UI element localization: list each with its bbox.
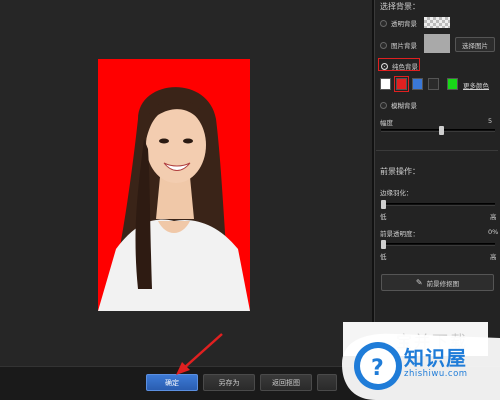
portrait-image (98, 59, 250, 311)
fg-cutout-label: 前景修抠图 (426, 279, 460, 288)
svg-text:?: ? (371, 356, 384, 381)
radio-icon[interactable] (380, 101, 387, 109)
more-colors-link[interactable]: 更多颜色 (463, 80, 489, 90)
transparent-thumbnail (424, 17, 450, 28)
amplitude-value: 5 (488, 117, 493, 125)
solid-bg-label: 纯色背景 (392, 63, 418, 71)
opacity-high-label: 高 (490, 253, 497, 261)
fg-cutout-button[interactable]: ✎ 前景修抠图 (381, 274, 494, 291)
fg-opacity-slider[interactable] (381, 243, 495, 246)
image-thumbnail (424, 34, 450, 53)
swatch-blue[interactable] (412, 78, 423, 90)
transparent-bg-label: 透明背景 (391, 20, 417, 28)
amplitude-slider-handle[interactable] (438, 126, 444, 135)
fg-opacity-slider-handle[interactable] (381, 240, 386, 249)
portrait-photo (98, 59, 250, 311)
radio-icon[interactable] (380, 19, 387, 27)
choose-bg-title: 选择背景： (380, 2, 420, 11)
opacity-low-label: 低 (380, 253, 387, 261)
swatch-dark[interactable] (428, 78, 439, 90)
edge-feather-slider[interactable] (381, 203, 495, 206)
watermark-url: zhishiwu.com (404, 369, 468, 379)
edge-feather-slider-handle[interactable] (381, 200, 386, 209)
radio-blur-bg[interactable]: 模糊背景 (380, 100, 417, 110)
edge-feather-label: 边缘羽化： (380, 189, 413, 197)
back-to-cutout-button[interactable]: 返回抠图 (260, 374, 312, 391)
watermark-brand: 知识屋 (404, 346, 467, 370)
swatch-white[interactable] (380, 78, 391, 90)
select-image-button[interactable]: 选择图片 (455, 37, 495, 52)
edge-low-label: 低 (380, 213, 387, 221)
edge-high-label: 高 (490, 213, 497, 221)
pencil-icon: ✎ (415, 278, 423, 287)
settings-panel (374, 0, 500, 366)
extra-button[interactable] (317, 374, 337, 391)
radio-transparent-bg[interactable]: 透明背景 (380, 18, 417, 28)
blur-bg-label: 模糊背景 (391, 102, 417, 110)
radio-icon-selected[interactable] (381, 62, 388, 70)
amplitude-label: 幅度 (380, 119, 393, 127)
swatch-green[interactable] (447, 78, 458, 90)
image-bg-label: 图片背景 (391, 42, 417, 50)
radio-image-bg[interactable]: 图片背景 (380, 40, 417, 50)
swatch-red[interactable] (394, 76, 409, 92)
annotation-arrow (176, 333, 223, 375)
radio-solid-bg[interactable]: 纯色背景 (381, 61, 418, 71)
section-divider (376, 150, 498, 151)
fg-opacity-value: 0% (488, 228, 499, 236)
foreground-title: 前景操作： (380, 167, 420, 176)
fg-opacity-label: 前景透明度： (380, 230, 419, 238)
radio-icon[interactable] (380, 41, 387, 49)
